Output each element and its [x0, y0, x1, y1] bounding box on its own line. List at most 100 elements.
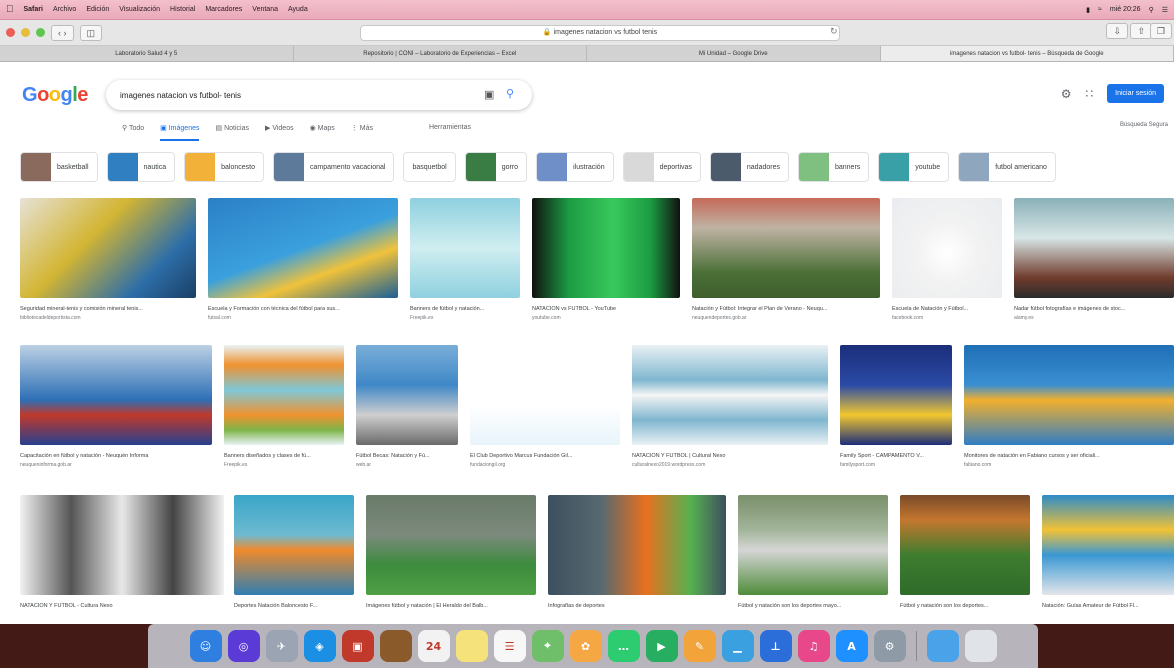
result-thumbnail[interactable] [470, 345, 620, 445]
result-thumbnail[interactable] [548, 495, 726, 595]
signin-button[interactable]: Iniciar sesión [1107, 84, 1164, 103]
image-result[interactable]: Fútbol y natación son los deportes... [900, 495, 1030, 609]
suggestion-chip[interactable]: gorro [464, 152, 528, 182]
close-window-icon[interactable] [6, 28, 15, 37]
menu-archivo[interactable]: Archivo [53, 6, 76, 13]
image-result[interactable]: Monitores de natación en Fabiano cursos … [964, 345, 1174, 468]
suggestion-chip[interactable]: banners [797, 152, 870, 182]
result-thumbnail[interactable] [20, 495, 224, 595]
result-thumbnail[interactable] [738, 495, 888, 595]
result-thumbnail[interactable] [366, 495, 536, 595]
result-thumbnail[interactable] [224, 345, 344, 445]
result-caption[interactable]: Infografías de deportes [548, 603, 726, 609]
image-result[interactable]: Imágenes fútbol y natación | El Heraldo … [366, 495, 536, 609]
image-result[interactable]: NATACIÓN vs FUTBOL - YouTube youtube.com [532, 198, 680, 321]
google-logo[interactable]: Google [22, 84, 88, 107]
result-caption[interactable]: Natación: Guías Amateur de Fútbol Fl... [1042, 603, 1174, 609]
result-thumbnail[interactable] [20, 345, 212, 445]
result-thumbnail[interactable] [410, 198, 520, 298]
photo-booth-icon[interactable]: ▣ [341, 630, 374, 662]
sidebar-icon[interactable]: ◫ [79, 24, 103, 41]
nav-maps[interactable]: ◉ Maps [310, 124, 335, 141]
result-caption[interactable]: Family Sport - CAMPAMENTO V... [840, 453, 952, 459]
menu-ventana[interactable]: Ventana [252, 6, 278, 13]
image-result[interactable]: NATACIÓN Y FUTBOL - Cultura Nexo [20, 495, 224, 609]
result-caption[interactable]: Seguridad mineral-tenis y comisión miner… [20, 306, 196, 312]
messages-icon[interactable]: … [607, 630, 640, 662]
result-thumbnail[interactable] [840, 345, 952, 445]
nav-noticias[interactable]: ▤ Noticias [215, 124, 248, 141]
keynote-icon[interactable]: ⊥ [759, 630, 792, 662]
calendar-icon[interactable]: 24 [417, 630, 450, 662]
result-thumbnail[interactable] [900, 495, 1030, 595]
image-result[interactable]: Family Sport - CAMPAMENTO V... familyspor… [840, 345, 952, 468]
address-bar[interactable]: 🔒 imagenes natacion vs futbol tenis [360, 25, 840, 41]
result-caption[interactable]: Banners diseñados y clases de fú... [224, 453, 344, 459]
camera-icon[interactable]: ▣ [484, 88, 494, 101]
image-result[interactable]: Natación: Guías Amateur de Fútbol Fl... [1042, 495, 1174, 609]
image-result[interactable]: Seguridad mineral-tenis y comisión miner… [20, 198, 196, 321]
share-icon[interactable]: ⇧ [1130, 23, 1152, 39]
result-caption[interactable]: Fútbol y natación son los deportes mayo.… [738, 603, 888, 609]
apple-icon[interactable]:  [6, 4, 14, 15]
result-caption[interactable]: Fútbol Becas: Natación y Fú... [356, 453, 458, 459]
menu-historial[interactable]: Historial [170, 6, 195, 13]
nav-videos[interactable]: ▶ Videos [265, 124, 294, 141]
zoom-window-icon[interactable] [36, 28, 45, 37]
suggestion-chip[interactable]: baloncesto [184, 152, 264, 182]
battery-icon[interactable]: ▮ [1086, 6, 1090, 14]
image-result[interactable]: Deportes Natación Baloncesto F... [234, 495, 354, 609]
suggestion-chip[interactable]: nadadores [709, 152, 789, 182]
image-result[interactable]: Banners diseñados y clases de fú... Freep… [224, 345, 344, 468]
result-thumbnail[interactable] [892, 198, 1002, 298]
menu-visualizacion[interactable]: Visualización [119, 6, 160, 13]
app-store-icon[interactable]: A [835, 630, 868, 662]
back-forward-button[interactable]: ‹ › [51, 24, 74, 41]
result-caption[interactable]: NATACIÓN vs FUTBOL - YouTube [532, 306, 680, 312]
result-caption[interactable]: NATACIÓN Y FUTBOL - Cultura Nexo [20, 603, 224, 609]
result-caption[interactable]: Capacitación en fútbol y natación - Neuq… [20, 453, 212, 459]
result-caption[interactable]: Escuela de Natación y Fútbol... [892, 306, 1002, 312]
image-result[interactable]: Banners de fútbol y natación... Freepik.e… [410, 198, 520, 321]
result-thumbnail[interactable] [692, 198, 880, 298]
result-caption[interactable]: NATACIÓN Y FUTBOL | Cultural Nexo [632, 453, 828, 459]
pages-icon[interactable]: ✎ [683, 630, 716, 662]
image-result[interactable]: Nadar fútbol fotografías e imágenes de s… [1014, 198, 1174, 321]
result-thumbnail[interactable] [632, 345, 828, 445]
reload-icon[interactable]: ↻ [830, 26, 838, 37]
system-preferences-icon[interactable]: ⚙ [873, 630, 906, 662]
result-caption[interactable]: Deportes Natación Baloncesto F... [234, 603, 354, 609]
clock[interactable]: mié 20:26 [1110, 6, 1141, 13]
suggestion-chip[interactable]: nautica [106, 152, 176, 182]
result-thumbnail[interactable] [964, 345, 1174, 445]
result-caption[interactable]: Imágenes fútbol y natación | El Heraldo … [366, 603, 536, 609]
safari-icon[interactable]: ◈ [303, 630, 336, 662]
image-result[interactable]: Infografías de deportes [548, 495, 726, 609]
suggestion-chip[interactable]: campamento vacacional [272, 152, 395, 182]
image-result[interactable]: NATACIÓN Y FUTBOL | Cultural Nexo cultura… [632, 345, 828, 468]
nav-herramientas[interactable]: Herramientas [429, 124, 471, 141]
nav-imagenes[interactable]: ▣ Imágenes [160, 124, 200, 141]
notes-brown-icon[interactable] [379, 630, 412, 662]
result-caption[interactable]: Nadar fútbol fotografías e imágenes de s… [1014, 306, 1174, 312]
result-caption[interactable]: Monitores de natación en Fabiano cursos … [964, 453, 1174, 459]
download-icon[interactable]: ⇩ [1106, 23, 1128, 39]
image-result[interactable]: Capacitación en fútbol y natación - Neuq… [20, 345, 212, 468]
gear-icon[interactable]: ⚙ [1061, 87, 1072, 101]
menu-edicion[interactable]: Edición [86, 6, 109, 13]
result-thumbnail[interactable] [1042, 495, 1174, 595]
finder-icon[interactable]: ☺ [189, 630, 222, 662]
menu-marcadores[interactable]: Marcadores [205, 6, 242, 13]
search-input[interactable] [120, 87, 460, 103]
result-thumbnail[interactable] [20, 198, 196, 298]
result-thumbnail[interactable] [1014, 198, 1174, 298]
result-caption[interactable]: Escuela y Formación con técnica del fútb… [208, 306, 398, 312]
image-result[interactable]: Escuela de Natación y Fútbol... facebook.… [892, 198, 1002, 321]
result-thumbnail[interactable] [532, 198, 680, 298]
image-result[interactable]: Fútbol Becas: Natación y Fú... web.ar [356, 345, 458, 468]
tab-repositorio[interactable]: Repositorio | CONI – Laboratorio de Expe… [294, 46, 587, 61]
image-result[interactable]: El Club Deportivo Marcus Fundación Gil..… [470, 345, 620, 468]
suggestion-chip[interactable]: futbol americano [958, 152, 1056, 182]
image-result[interactable]: Fútbol y natación son los deportes mayo.… [738, 495, 888, 609]
photos-icon[interactable]: ✿ [569, 630, 602, 662]
